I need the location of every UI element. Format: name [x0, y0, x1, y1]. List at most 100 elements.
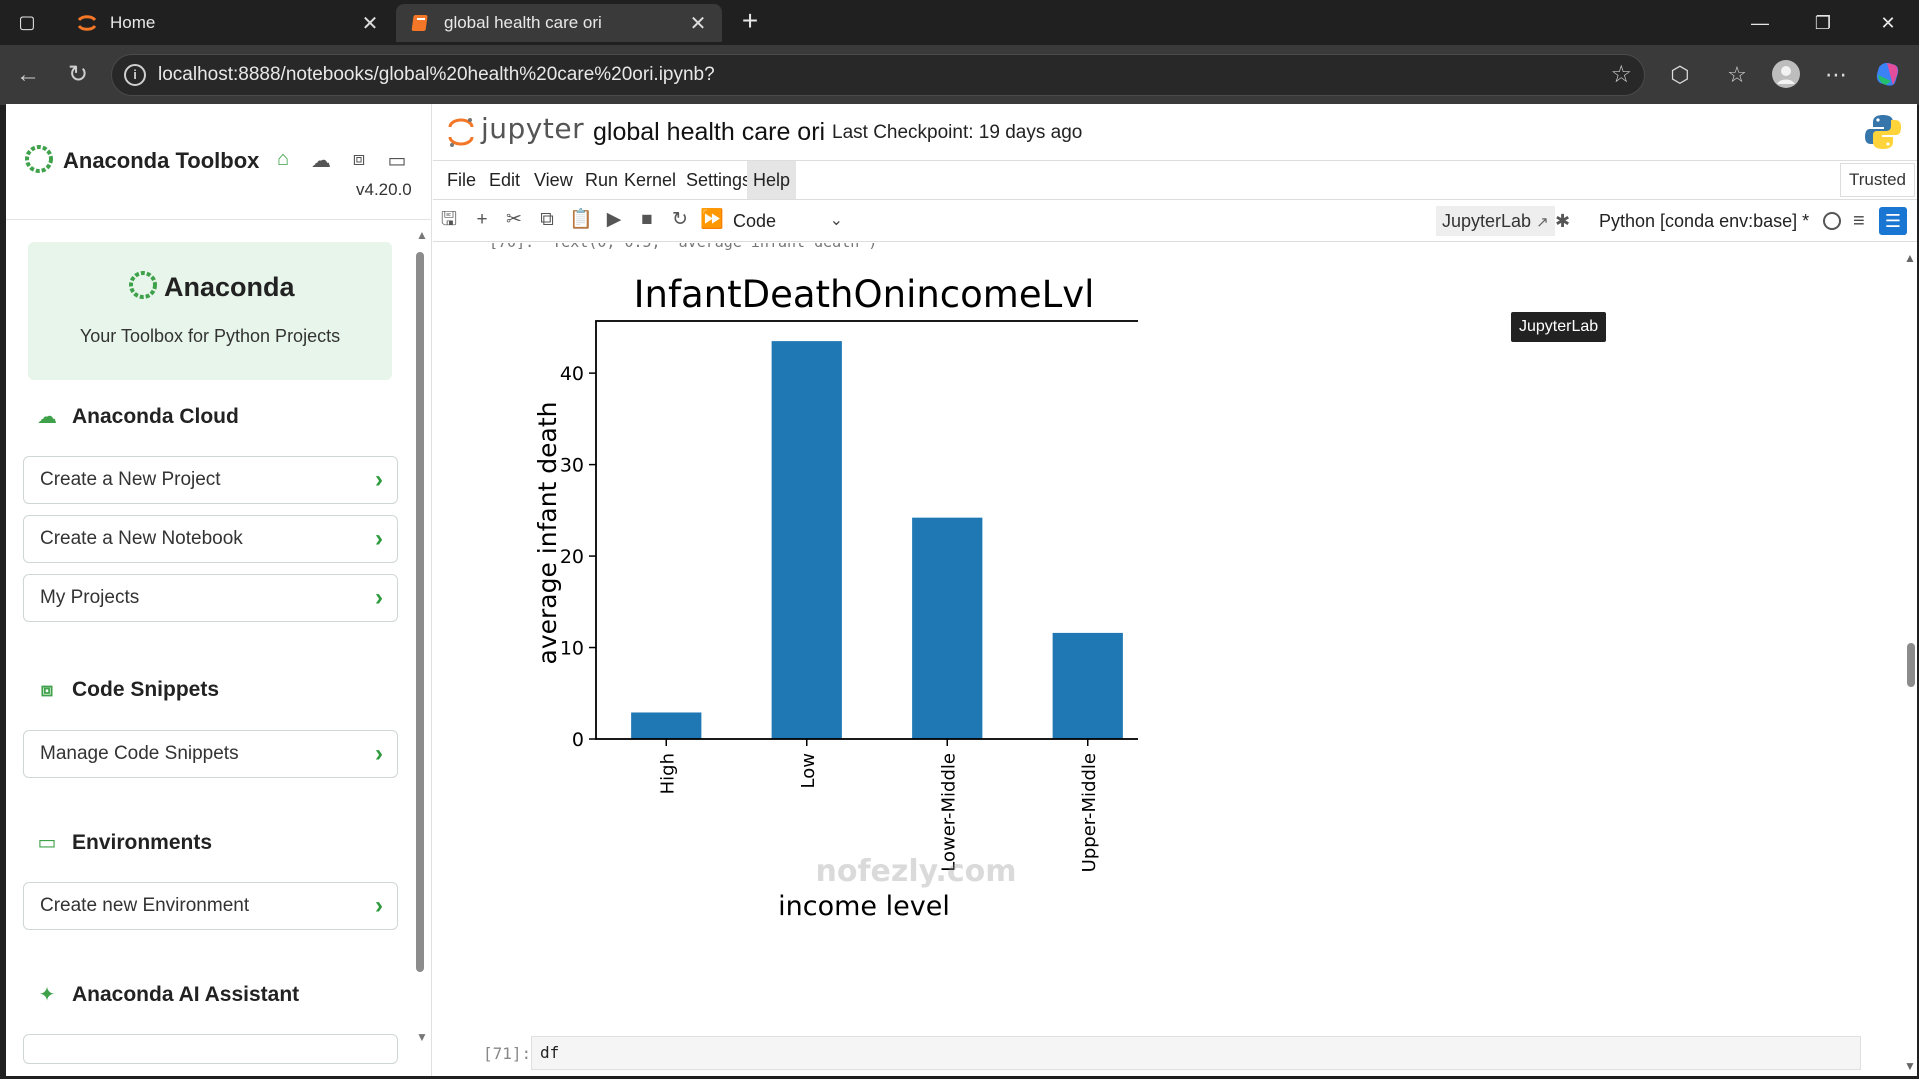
minimize-icon[interactable]: —	[1740, 8, 1780, 38]
jupyter-logo-icon[interactable]	[447, 116, 475, 148]
sidebar-scrollbar[interactable]	[416, 252, 424, 972]
create-new-notebook-button[interactable]: Create a New Notebook ›	[23, 515, 398, 563]
favorite-star-icon[interactable]: ☆	[1610, 55, 1632, 95]
y-tick-label: 0	[572, 729, 584, 751]
create-new-environment-button[interactable]: Create new Environment ›	[23, 882, 398, 930]
trusted-indicator[interactable]: Trusted	[1840, 163, 1916, 197]
section-environments: ▭ Environments	[36, 830, 212, 855]
hero-name: Anaconda	[164, 272, 295, 302]
profile-avatar-icon[interactable]	[1770, 59, 1802, 91]
scroll-up-arrow-icon[interactable]: ▲	[1904, 251, 1916, 265]
menu-kernel[interactable]: Kernel	[618, 161, 682, 199]
section-title: Anaconda AI Assistant	[72, 982, 300, 1006]
sidebar-header-icons: ⌂ ☁ ⧈ ▭	[270, 148, 410, 173]
cloud-icon[interactable]: ☁	[308, 148, 334, 173]
tab-actions-icon[interactable]: ▢	[16, 11, 38, 33]
save-icon[interactable]: 🖫	[435, 206, 463, 234]
run-icon[interactable]: ▶	[600, 206, 628, 234]
section-title: Environments	[72, 830, 213, 854]
debugger-icon[interactable]: ✱	[1555, 206, 1570, 236]
tab-home-label: Home	[110, 13, 156, 32]
notebook-title[interactable]: global health care ori	[593, 118, 825, 147]
stop-icon[interactable]: ■	[633, 206, 661, 234]
notebook-content: [70]: Text(0, 0.5, 'average infant death…	[433, 243, 1917, 1076]
chevron-right-icon: ›	[375, 740, 383, 767]
add-cell-icon[interactable]: +	[468, 206, 496, 234]
environment-icon[interactable]: ▭	[384, 148, 410, 173]
section-anaconda-cloud: ☁ Anaconda Cloud	[36, 404, 239, 429]
close-tab-icon[interactable]: ✕	[360, 11, 380, 36]
menu-help[interactable]: Help	[747, 161, 797, 199]
anaconda-toolbox-sidebar: Anaconda Toolbox ⌂ ☁ ⧈ ▭ v4.20.0 ▲ ▼ Ana…	[6, 104, 432, 1076]
chevron-down-icon: ⌄	[829, 212, 843, 229]
anaconda-hero-card: Anaconda Your Toolbox for Python Project…	[28, 242, 392, 380]
card-label: Create new Environment	[40, 895, 250, 916]
previous-output-line: [70]: Text(0, 0.5, 'average infant death…	[489, 243, 877, 251]
property-inspector-icon[interactable]: ☰	[1879, 207, 1907, 235]
close-window-icon[interactable]: ✕	[1868, 8, 1908, 38]
tab-home[interactable]: Home ✕	[62, 4, 394, 42]
notebook-toolbar: 🖫 + ✂ ⧉ 📋 ▶ ■ ↻ ⏩ Code ⌄ JupyterLab ↗ ✱ …	[433, 200, 1917, 242]
hamburger-menu-icon[interactable]: ≡	[1853, 206, 1865, 236]
create-new-project-button[interactable]: Create a New Project ›	[23, 456, 398, 504]
cell-type-value: Code	[733, 211, 777, 231]
chevron-right-icon: ›	[375, 584, 383, 611]
x-tick-label: Upper-Middle	[1079, 753, 1100, 872]
tab-notebook[interactable]: global health care ori ✕	[396, 4, 722, 42]
menu-view[interactable]: View	[528, 161, 579, 199]
x-tick-label: Low	[798, 753, 819, 788]
bar-upper-middle	[1052, 632, 1123, 739]
extensions-icon[interactable]: ⬡	[1664, 59, 1696, 91]
favorites-icon[interactable]: ☆	[1721, 59, 1753, 91]
paste-icon[interactable]: 📋	[567, 206, 595, 234]
cell-type-select[interactable]: Code ⌄	[733, 206, 843, 236]
jupyterlab-button-label: JupyterLab	[1442, 211, 1532, 231]
run-all-icon[interactable]: ⏩	[698, 206, 726, 234]
bar-high	[631, 712, 702, 739]
new-tab-icon[interactable]: +	[736, 7, 764, 36]
notebook-scrollbar[interactable]	[1907, 643, 1915, 687]
chevron-right-icon: ›	[375, 525, 383, 552]
open-jupyterlab-button[interactable]: JupyterLab ↗	[1436, 206, 1555, 236]
bar-lower-middle	[912, 517, 983, 739]
scroll-down-arrow-icon[interactable]: ▼	[1904, 1059, 1916, 1073]
chevron-right-icon: ›	[375, 892, 383, 919]
copy-icon[interactable]: ⧉	[533, 206, 561, 234]
menu-file[interactable]: File	[441, 161, 482, 199]
anaconda-logo-icon	[129, 271, 157, 299]
cell-source[interactable]: df	[531, 1036, 1861, 1070]
anaconda-logo-icon	[25, 145, 53, 173]
python-logo-icon	[1865, 115, 1901, 149]
close-tab-icon[interactable]: ✕	[688, 11, 708, 36]
my-projects-button[interactable]: My Projects ›	[23, 574, 398, 622]
jupyter-header: jupyter global health care ori Last Chec…	[433, 104, 1917, 160]
copilot-icon[interactable]	[1872, 59, 1904, 91]
url-field[interactable]: i localhost:8888/notebooks/global%20heal…	[111, 54, 1645, 96]
code-cell-71[interactable]: [71]: df	[433, 1036, 1917, 1072]
card-label: Create a New Project	[40, 469, 221, 490]
page-viewport: Anaconda Toolbox ⌂ ☁ ⧈ ▭ v4.20.0 ▲ ▼ Ana…	[6, 104, 1917, 1076]
menu-settings[interactable]: Settings	[680, 161, 757, 199]
code-snippet-icon[interactable]: ⧈	[346, 148, 372, 173]
restore-icon[interactable]: ❐	[1803, 8, 1843, 38]
x-tick-label: Lower-Middle	[938, 753, 959, 872]
checkpoint-status: Last Checkpoint: 19 days ago	[832, 122, 1083, 143]
version-label: v4.20.0	[356, 180, 412, 199]
restart-icon[interactable]: ↻	[666, 206, 694, 234]
ai-assistant-card[interactable]	[23, 1034, 398, 1064]
scroll-up-arrow-icon[interactable]: ▲	[416, 228, 428, 242]
bar-chart: InfantDeathOnincomeLvl average infant de…	[533, 273, 1138, 922]
jupyter-favicon-icon	[76, 12, 98, 34]
site-info-icon[interactable]: i	[124, 64, 146, 86]
reload-icon[interactable]: ↻	[62, 59, 94, 91]
sidebar-header: Anaconda Toolbox ⌂ ☁ ⧈ ▭ v4.20.0	[6, 104, 432, 220]
cut-icon[interactable]: ✂	[500, 206, 528, 234]
scroll-down-arrow-icon[interactable]: ▼	[416, 1030, 428, 1044]
more-options-icon[interactable]: ⋯	[1820, 59, 1852, 91]
back-icon[interactable]: ←	[12, 59, 44, 91]
menu-edit[interactable]: Edit	[483, 161, 526, 199]
home-icon[interactable]: ⌂	[270, 148, 296, 173]
tab-notebook-label: global health care ori	[444, 13, 602, 32]
manage-code-snippets-button[interactable]: Manage Code Snippets ›	[23, 730, 398, 778]
kernel-name[interactable]: Python [conda env:base] *	[1599, 206, 1809, 236]
